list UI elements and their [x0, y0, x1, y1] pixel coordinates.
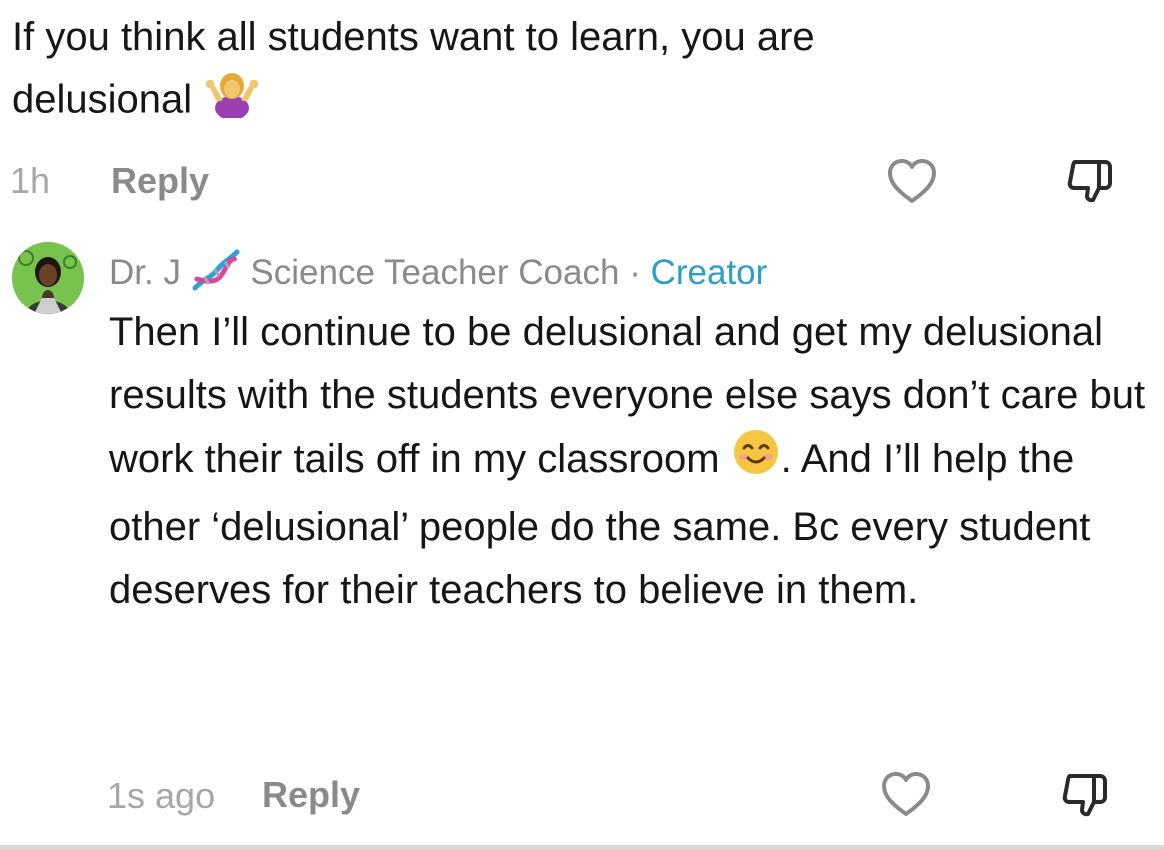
- reply-button[interactable]: Reply: [111, 161, 209, 201]
- comment-text: Then I’ll continue to be delusional and …: [109, 310, 1146, 612]
- avatar[interactable]: [12, 242, 84, 314]
- comment-text: If you think all students want to learn,…: [12, 6, 1012, 136]
- author-name[interactable]: Dr. J: [109, 253, 181, 292]
- author-line: Dr. J Science Teacher Coach · Creator: [109, 248, 767, 301]
- heart-icon[interactable]: [886, 157, 938, 210]
- heart-icon[interactable]: [880, 770, 932, 823]
- person-shrugging-icon: [203, 68, 261, 136]
- comment-timestamp: 1s ago: [107, 775, 216, 816]
- reply-button[interactable]: Reply: [262, 775, 360, 815]
- separator: ·: [629, 252, 641, 292]
- dna-icon: [191, 248, 241, 301]
- comment-timestamp: 1h: [10, 160, 51, 201]
- dislike-icon[interactable]: [1060, 770, 1110, 825]
- creator-badge: Creator: [650, 252, 768, 292]
- author-title: Science Teacher Coach: [250, 252, 620, 292]
- divider: [0, 845, 1164, 849]
- smiling-face-icon: [731, 427, 781, 496]
- dislike-icon[interactable]: [1065, 156, 1115, 211]
